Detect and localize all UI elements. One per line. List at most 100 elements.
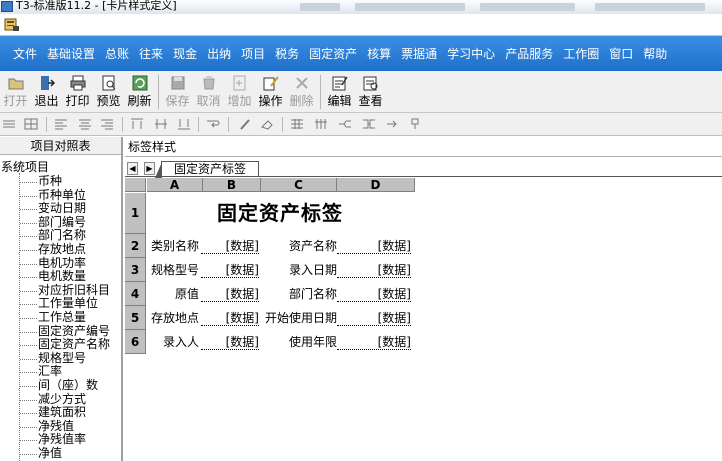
field-value[interactable]: [数据] bbox=[201, 263, 259, 278]
menu-item[interactable]: 项目 bbox=[241, 45, 265, 62]
align-left-icon[interactable] bbox=[54, 118, 68, 130]
field-label[interactable]: 部门名称 bbox=[265, 287, 337, 301]
card-title[interactable]: 固定资产标签 bbox=[147, 193, 413, 233]
column-header[interactable]: B bbox=[203, 178, 261, 192]
field-value[interactable]: [数据] bbox=[201, 239, 259, 254]
row-header[interactable]: 4 bbox=[125, 282, 146, 306]
field-value[interactable]: [数据] bbox=[337, 335, 411, 350]
eraser-icon[interactable] bbox=[260, 118, 274, 130]
field-value[interactable]: [数据] bbox=[337, 239, 411, 254]
field-label[interactable]: 存放地点 bbox=[147, 311, 199, 325]
align-right-icon[interactable] bbox=[100, 118, 114, 130]
menu-item[interactable]: 核算 bbox=[367, 45, 391, 62]
toolbar-button[interactable]: 退出 bbox=[31, 71, 62, 111]
toolbar-button[interactable]: 保存 bbox=[162, 71, 193, 111]
pen-icon[interactable] bbox=[238, 118, 252, 130]
field-value[interactable]: [数据] bbox=[201, 335, 259, 350]
menu-item[interactable]: 税务 bbox=[275, 45, 299, 62]
tree-item[interactable]: 币种 bbox=[38, 175, 62, 188]
tree-item[interactable]: 部门名称 bbox=[38, 229, 86, 242]
field-label[interactable]: 录入日期 bbox=[265, 263, 337, 277]
toolbar-button[interactable]: 取消 bbox=[193, 71, 224, 111]
toolbar-button[interactable]: 打印 bbox=[62, 71, 93, 111]
insert-column-icon[interactable] bbox=[314, 118, 328, 130]
toolbar-button[interactable]: 编辑 bbox=[324, 71, 355, 111]
tree-item[interactable]: 规格型号 bbox=[38, 351, 86, 365]
menu-item[interactable]: 工作圈 bbox=[563, 45, 599, 62]
tree-item[interactable]: 币种单位 bbox=[38, 188, 86, 202]
field-value[interactable]: [数据] bbox=[337, 311, 411, 326]
tree-item[interactable]: 净残值 bbox=[38, 419, 74, 433]
pin-icon[interactable] bbox=[408, 118, 422, 130]
tree-item[interactable]: 电机数量 bbox=[38, 270, 86, 283]
valign-middle-icon[interactable] bbox=[154, 118, 168, 130]
column-header[interactable]: C bbox=[261, 178, 337, 192]
field-label[interactable]: 资产名称 bbox=[265, 239, 337, 253]
field-label[interactable]: 使用年限 bbox=[265, 335, 337, 349]
field-value[interactable]: [数据] bbox=[337, 263, 411, 278]
wrap-text-icon[interactable] bbox=[206, 118, 220, 130]
toolbar-button[interactable]: 打开 bbox=[0, 71, 31, 111]
toolbar-button[interactable]: 查看 bbox=[355, 71, 386, 111]
toolbar-button[interactable]: 删除 bbox=[286, 71, 317, 111]
tab-next-button[interactable]: ▶ bbox=[144, 162, 155, 175]
menu-item[interactable]: 文件 bbox=[13, 45, 37, 62]
menu-item[interactable]: 固定资产 bbox=[309, 45, 357, 62]
field-value[interactable]: [数据] bbox=[201, 311, 259, 326]
menu-item[interactable]: 帮助 bbox=[643, 45, 667, 62]
insert-row-icon[interactable] bbox=[290, 118, 304, 130]
column-header[interactable]: D bbox=[337, 178, 415, 192]
toolbar-button[interactable]: 增加 bbox=[224, 71, 255, 111]
align-center-icon[interactable] bbox=[78, 118, 92, 130]
merge-icon[interactable] bbox=[362, 118, 376, 130]
toolbar-button[interactable]: 刷新 bbox=[124, 71, 155, 111]
valign-top-icon[interactable] bbox=[130, 118, 144, 130]
tree-item[interactable]: 汇率 bbox=[38, 365, 62, 378]
tree-item[interactable]: 固定资产名称 bbox=[38, 338, 110, 351]
tree-item[interactable]: 工作量单位 bbox=[38, 297, 98, 310]
sheet-corner[interactable] bbox=[125, 178, 146, 192]
tree-item[interactable]: 净值 bbox=[38, 447, 62, 460]
field-label[interactable]: 类别名称 bbox=[147, 239, 199, 253]
menu-item[interactable]: 总账 bbox=[105, 45, 129, 62]
tree-item[interactable]: 变动日期 bbox=[38, 202, 86, 215]
tree-item[interactable]: 工作总量 bbox=[38, 311, 86, 324]
style-name-field[interactable]: 标签样式 bbox=[125, 137, 722, 157]
tree-item[interactable]: 间（座）数 bbox=[38, 379, 98, 392]
row-header[interactable]: 2 bbox=[125, 234, 146, 258]
tree-root[interactable]: 系统项目 bbox=[1, 161, 49, 174]
tab-prev-button[interactable]: ◀ bbox=[127, 162, 138, 175]
tree-item[interactable]: 固定资产编号 bbox=[38, 324, 110, 338]
tree-item[interactable]: 电机功率 bbox=[38, 256, 86, 270]
menu-item[interactable]: 产品服务 bbox=[505, 45, 553, 62]
tree-item[interactable]: 净残值率 bbox=[38, 433, 86, 446]
menu-item[interactable]: 往来 bbox=[139, 45, 163, 62]
menu-item[interactable]: 出纳 bbox=[207, 45, 231, 62]
grid-icon[interactable] bbox=[24, 118, 38, 130]
field-label[interactable]: 录入人 bbox=[147, 335, 199, 349]
field-value[interactable]: [数据] bbox=[337, 287, 411, 302]
border-icon[interactable] bbox=[2, 118, 16, 130]
valign-bottom-icon[interactable] bbox=[177, 118, 191, 130]
document-icon[interactable] bbox=[4, 17, 20, 32]
split-icon[interactable] bbox=[338, 118, 352, 130]
row-header[interactable]: 3 bbox=[125, 258, 146, 282]
row-header[interactable]: 5 bbox=[125, 306, 146, 330]
field-label[interactable]: 规格型号 bbox=[147, 263, 199, 277]
row-header[interactable]: 1 bbox=[125, 193, 146, 234]
toolbar-button[interactable]: 操作 bbox=[255, 71, 286, 111]
field-label[interactable]: 原值 bbox=[147, 287, 199, 301]
field-value[interactable]: [数据] bbox=[201, 287, 259, 302]
field-label[interactable]: 开始使用日期 bbox=[265, 311, 337, 325]
tree-item[interactable]: 建筑面积 bbox=[38, 406, 86, 419]
row-header[interactable]: 6 bbox=[125, 330, 146, 354]
menu-item[interactable]: 基础设置 bbox=[47, 45, 95, 62]
menu-item[interactable]: 票据通 bbox=[401, 45, 437, 62]
tree-item[interactable]: 存放地点 bbox=[38, 243, 86, 256]
tree-item[interactable]: 对应折旧科目 bbox=[38, 283, 110, 297]
tab-fixed-asset-label[interactable]: 固定资产标签 bbox=[154, 161, 260, 178]
tree-item[interactable]: 部门编号 bbox=[38, 215, 86, 229]
menu-item[interactable]: 窗口 bbox=[609, 45, 633, 62]
menu-item[interactable]: 学习中心 bbox=[447, 45, 495, 62]
move-right-icon[interactable] bbox=[386, 118, 400, 130]
